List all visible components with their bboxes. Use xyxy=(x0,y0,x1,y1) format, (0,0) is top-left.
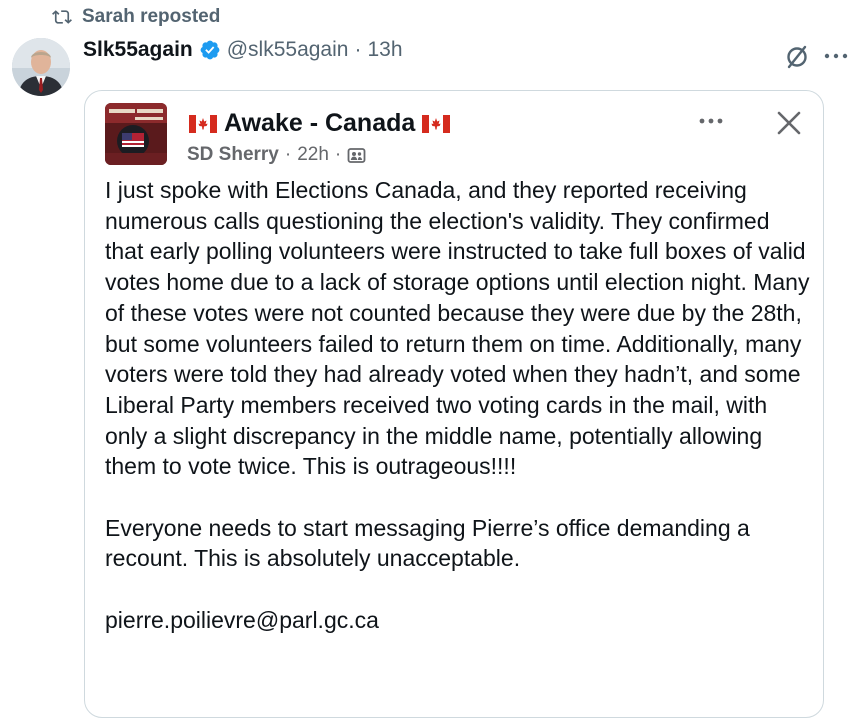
group-name[interactable]: Awake - Canada xyxy=(224,109,415,138)
canada-flag-icon xyxy=(422,114,451,133)
repost-indicator[interactable]: Sarah reposted xyxy=(52,6,220,28)
group-avatar[interactable] xyxy=(105,103,167,165)
meta-separator: · xyxy=(354,38,362,61)
verified-badge-icon xyxy=(200,40,220,60)
quoted-post-text: I just spoke with Elections Canada, and … xyxy=(105,177,810,633)
group-name-row[interactable]: Awake - Canada xyxy=(189,109,451,138)
author-row: Slk55again @slk55again · 13h xyxy=(83,38,403,62)
quoted-post-time[interactable]: 22h xyxy=(297,144,329,166)
author-name[interactable]: Slk55again xyxy=(83,38,193,62)
canada-flag-icon xyxy=(189,114,217,133)
repost-icon xyxy=(52,10,72,24)
meta-separator: · xyxy=(334,144,342,165)
quoted-post-card[interactable]: Awake - Canada SD Sherry · 22h · I just … xyxy=(84,90,824,718)
post-time[interactable]: 13h xyxy=(367,38,402,62)
more-icon[interactable] xyxy=(822,46,850,66)
author-handle[interactable]: @slk55again xyxy=(227,38,349,62)
card-more-icon[interactable] xyxy=(697,115,725,127)
poster-meta-row: SD Sherry · 22h · xyxy=(187,144,366,166)
close-icon[interactable] xyxy=(775,109,803,137)
meta-separator: · xyxy=(284,144,292,165)
members-icon xyxy=(347,147,366,163)
grok-icon[interactable] xyxy=(784,44,810,70)
repost-label: Sarah reposted xyxy=(82,6,221,27)
poster-name[interactable]: SD Sherry xyxy=(187,144,279,166)
post-container: Sarah reposted Slk55again @slk55again · … xyxy=(0,0,858,727)
author-avatar[interactable] xyxy=(12,38,70,96)
